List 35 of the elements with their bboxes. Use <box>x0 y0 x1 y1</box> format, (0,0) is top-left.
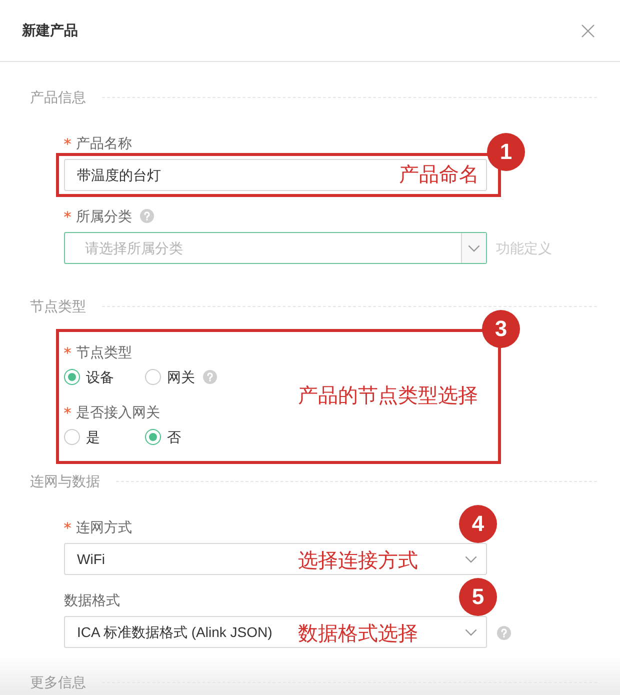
section-title: 产品信息 <box>30 88 86 107</box>
field-label: 是否接入网关 <box>76 403 160 422</box>
step-number-badge: 1 <box>487 133 525 171</box>
annotation-text: 产品命名 <box>399 163 479 188</box>
close-icon <box>581 24 595 38</box>
field-label: 所属分类 <box>76 207 132 226</box>
annotation-text: 产品的节点类型选择 <box>298 384 478 409</box>
field-label: 节点类型 <box>76 343 132 362</box>
radio-icon[interactable] <box>145 369 161 385</box>
step-number-badge: 5 <box>459 578 497 616</box>
field-label: 连网方式 <box>76 518 132 537</box>
help-icon[interactable] <box>497 626 511 640</box>
section-title: 更多信息 <box>30 673 86 692</box>
radio-option[interactable]: 网关 <box>145 366 226 388</box>
section-title: 连网与数据 <box>30 472 100 491</box>
radio-option[interactable]: 否 <box>145 426 226 448</box>
field-label: 产品名称 <box>76 134 132 153</box>
step-number-badge: 4 <box>459 505 497 543</box>
radio-icon[interactable] <box>64 429 80 445</box>
chevron-down-icon <box>465 628 477 636</box>
step-number-badge: 3 <box>482 310 520 348</box>
radio-icon[interactable] <box>64 369 80 385</box>
annotation-text: 选择连接方式 <box>298 549 418 574</box>
section-title: 节点类型 <box>30 297 86 316</box>
radio-icon[interactable] <box>145 429 161 445</box>
help-icon[interactable] <box>140 209 154 223</box>
close-button[interactable] <box>580 22 596 38</box>
dialog-title: 新建产品 <box>22 21 78 40</box>
help-icon[interactable] <box>203 370 217 384</box>
annotation-text: 数据格式选择 <box>298 622 418 647</box>
chevron-down-icon <box>468 244 480 252</box>
radio-option[interactable]: 是 <box>64 426 145 448</box>
chevron-down-icon <box>465 556 477 562</box>
radio-option[interactable]: 设备 <box>64 366 145 388</box>
field-label: 数据格式 <box>64 591 120 610</box>
